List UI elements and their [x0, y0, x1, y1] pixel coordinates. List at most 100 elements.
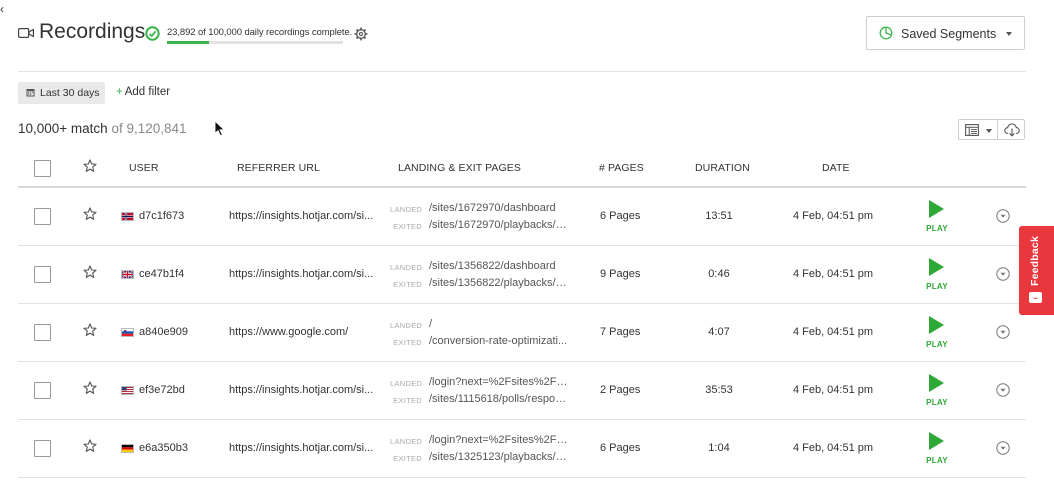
daily-recordings-progress: 23,892 of 100,000 daily recordings compl… — [167, 27, 352, 44]
column-header-user: USER — [129, 162, 159, 174]
expand-chevron-icon[interactable] — [996, 325, 1010, 339]
landed-page: /sites/1672970/dashboard — [429, 202, 556, 214]
play-button[interactable]: PLAY — [922, 314, 952, 354]
mouse-cursor-icon — [214, 120, 226, 137]
referrer-url: https://insights.hotjar.com/si... — [229, 384, 374, 396]
flag-usa-icon — [121, 386, 134, 395]
landed-page: /sites/1356822/dashboard — [429, 260, 556, 272]
exited-page: /sites/1325123/playbacks/list — [429, 451, 569, 463]
exited-label: EXITED — [393, 338, 422, 347]
match-summary: 10,000+ match of 9,120,841 — [18, 121, 187, 136]
user-id[interactable]: ce47b1f4 — [139, 268, 184, 280]
back-arrow-icon[interactable]: ‹ — [0, 2, 4, 16]
flag-norway-icon — [121, 212, 134, 221]
play-button[interactable]: PLAY — [922, 430, 952, 470]
select-all-checkbox[interactable] — [34, 160, 51, 177]
table-row[interactable]: e6a350b3 https://insights.hotjar.com/si.… — [18, 420, 1026, 478]
flag-germany-icon — [121, 444, 134, 453]
play-icon — [929, 432, 944, 450]
table-row[interactable]: ce47b1f4 https://insights.hotjar.com/si.… — [18, 246, 1026, 304]
play-label: PLAY — [926, 340, 948, 349]
column-view-button[interactable] — [958, 119, 998, 140]
page-count: 2 Pages — [600, 384, 641, 396]
progress-track — [167, 41, 343, 44]
date-range-filter[interactable]: Last 30 days — [18, 82, 105, 104]
user-id[interactable]: ef3e72bd — [139, 384, 185, 396]
play-icon — [929, 374, 944, 392]
column-header-date: DATE — [822, 162, 850, 174]
page-title: Recordings — [39, 20, 146, 43]
gear-icon[interactable] — [354, 27, 368, 41]
cloud-download-icon — [1004, 123, 1020, 137]
user-id[interactable]: e6a350b3 — [139, 442, 188, 454]
row-checkbox[interactable] — [34, 208, 51, 225]
download-button[interactable] — [997, 119, 1025, 140]
expand-chevron-icon[interactable] — [996, 383, 1010, 397]
table-row[interactable]: a840e909 https://www.google.com/ LANDED … — [18, 304, 1026, 362]
play-label: PLAY — [926, 282, 948, 291]
column-header-duration: DURATION — [695, 162, 750, 174]
recording-date: 4 Feb, 04:51 pm — [792, 268, 874, 280]
add-filter-label: Add filter — [124, 86, 171, 98]
expand-chevron-icon[interactable] — [996, 267, 1010, 281]
play-icon — [929, 200, 944, 218]
star-icon[interactable] — [83, 265, 97, 279]
add-filter-button[interactable]: + Add filter — [116, 86, 170, 98]
row-checkbox[interactable] — [34, 266, 51, 283]
landed-page: /login?next=%2Fsites%2F13... — [429, 434, 569, 446]
star-icon[interactable] — [83, 381, 97, 395]
page-count: 9 Pages — [600, 268, 641, 280]
exited-page: /sites/1672970/playbacks/list — [429, 219, 569, 231]
saved-segments-dropdown[interactable]: Saved Segments — [866, 16, 1025, 50]
column-header-referrer-url: REFERRER URL — [237, 162, 320, 174]
star-icon[interactable] — [83, 439, 97, 453]
play-label: PLAY — [926, 398, 948, 407]
expand-chevron-icon[interactable] — [996, 441, 1010, 455]
page-count: 6 Pages — [600, 442, 641, 454]
expand-chevron-icon[interactable] — [996, 209, 1010, 223]
table-row[interactable]: d7c1f673 https://insights.hotjar.com/si.… — [18, 188, 1026, 246]
user-id[interactable]: d7c1f673 — [139, 210, 184, 222]
plus-icon: + — [116, 86, 123, 98]
duration: 35:53 — [705, 384, 733, 396]
pie-chart-icon — [879, 26, 893, 40]
page-count: 6 Pages — [600, 210, 641, 222]
column-header-pages: # PAGES — [599, 162, 644, 174]
referrer-url: https://insights.hotjar.com/si... — [229, 268, 374, 280]
row-checkbox[interactable] — [34, 382, 51, 399]
exited-page: /sites/1356822/playbacks/list — [429, 277, 569, 289]
recording-date: 4 Feb, 04:51 pm — [792, 210, 874, 222]
exited-label: EXITED — [393, 396, 422, 405]
match-count: 10,000+ match — [18, 121, 108, 136]
feedback-label: Feedback — [1029, 236, 1041, 287]
referrer-url: https://insights.hotjar.com/si... — [229, 210, 374, 222]
row-checkbox[interactable] — [34, 440, 51, 457]
exited-label: EXITED — [393, 280, 422, 289]
duration: 13:51 — [705, 210, 733, 222]
duration: 4:07 — [708, 326, 730, 338]
landed-label: LANDED — [390, 379, 423, 388]
check-circle-icon — [145, 26, 160, 41]
exited-label: EXITED — [393, 222, 422, 231]
play-button[interactable]: PLAY — [922, 256, 952, 296]
star-icon[interactable] — [83, 207, 97, 221]
recording-date: 4 Feb, 04:51 pm — [792, 442, 874, 454]
play-icon — [929, 258, 944, 276]
progress-fill — [167, 41, 210, 44]
play-button[interactable]: PLAY — [922, 372, 952, 412]
recording-date: 4 Feb, 04:51 pm — [792, 326, 874, 338]
calendar-icon — [26, 89, 35, 97]
play-button[interactable]: PLAY — [922, 198, 952, 238]
columns-icon — [965, 124, 979, 136]
smiley-icon — [1029, 292, 1042, 303]
feedback-tab[interactable]: Feedback — [1019, 226, 1054, 315]
star-icon[interactable] — [83, 159, 97, 173]
star-icon[interactable] — [83, 323, 97, 337]
exited-label: EXITED — [393, 454, 422, 463]
column-header-landing-exit-pages: LANDING & EXIT PAGES — [398, 162, 521, 174]
user-id[interactable]: a840e909 — [139, 326, 188, 338]
page-header: Recordings 23,892 of 100,000 daily recor… — [18, 16, 1026, 72]
table-row[interactable]: ef3e72bd https://insights.hotjar.com/si.… — [18, 362, 1026, 420]
row-checkbox[interactable] — [34, 324, 51, 341]
exited-page: /conversion-rate-optimizati... — [429, 335, 568, 347]
